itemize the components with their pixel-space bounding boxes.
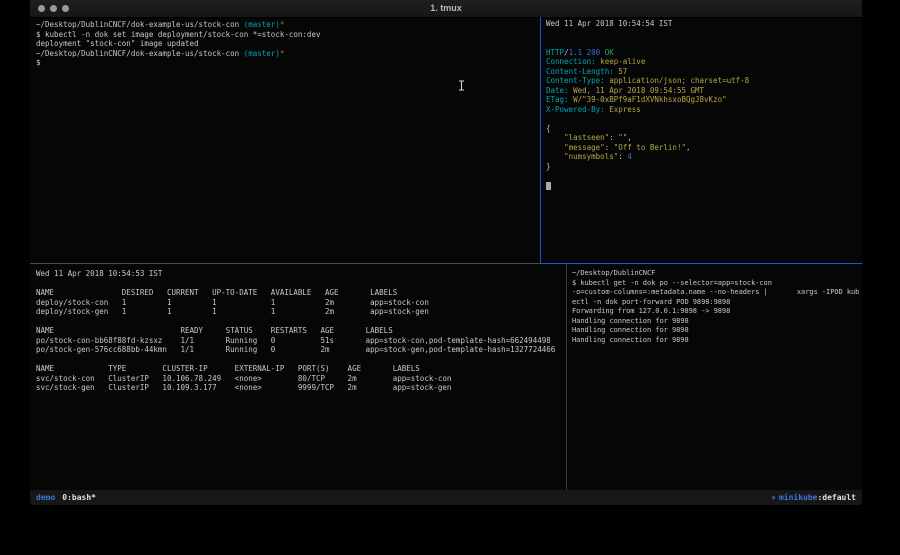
terminal-line: Date: Wed, 11 Apr 2018 09:54:55 GMT <box>546 86 862 96</box>
terminal-line <box>36 317 572 327</box>
tmux-status-bar: demo 0:bash* ∗minikube:default <box>30 490 862 505</box>
terminal-line: $ <box>36 58 546 68</box>
terminal-line: { <box>546 124 862 134</box>
terminal-line <box>36 355 572 365</box>
pane-bottom-right-port-forward[interactable]: ~/Desktop/DublinCNCF$ kubectl get -n dok… <box>567 264 862 495</box>
window-titlebar[interactable]: 1. tmux <box>30 0 862 18</box>
terminal-line: po/stock-gen-576cc688bb-44kmn 1/1 Runnin… <box>36 345 572 355</box>
terminal-window: 1. tmux ~/Desktop/DublinCNCF/dok-example… <box>30 0 862 505</box>
terminal-line <box>546 29 862 39</box>
terminal-line <box>546 38 862 48</box>
terminal-line: ETag: W/"39-0xBPf9aF1dXVNkhsxoBQgJ8vKzo" <box>546 95 862 105</box>
kube-namespace: :default <box>817 493 856 502</box>
terminal-line: ~/Desktop/DublinCNCF/dok-example-us/stoc… <box>36 20 546 30</box>
status-right: ∗minikube:default <box>771 493 856 502</box>
terminal-line: deployment "stock-con" image updated <box>36 39 546 49</box>
terminal-line <box>36 279 572 289</box>
terminal-line: X-Powered-By: Express <box>546 105 862 115</box>
terminal-line: NAME TYPE CLUSTER-IP EXTERNAL-IP PORT(S)… <box>36 364 572 374</box>
pane-top-right-http-response[interactable]: Wed 11 Apr 2018 10:54:54 IST HTTP/1.1 20… <box>541 17 862 265</box>
terminal-line: } <box>546 162 862 172</box>
terminal-line: NAME DESIRED CURRENT UP-TO-DATE AVAILABL… <box>36 288 572 298</box>
kubernetes-helm-icon: ∗ <box>771 493 776 502</box>
terminal-line: Content-Type: application/json; charset=… <box>546 76 862 86</box>
terminal-line: Connection: keep-alive <box>546 57 862 67</box>
terminal-line: "message": "Off to Berlin!", <box>546 143 862 153</box>
terminal-line: HTTP/1.1 200 OK <box>546 48 862 58</box>
terminal-line: Content-Length: 57 <box>546 67 862 77</box>
terminal-line: ~/Desktop/DublinCNCF <box>572 269 862 279</box>
pane-bottom-left-kubectl-watch[interactable]: Wed 11 Apr 2018 10:54:53 IST NAME DESIRE… <box>30 264 572 495</box>
kube-context: minikube <box>779 493 818 502</box>
terminal-line <box>546 181 862 191</box>
terminal-line: Handling connection for 9898 <box>572 317 862 327</box>
terminal-line: deploy/stock-con 1 1 1 1 2m app=stock-co… <box>36 298 572 308</box>
terminal-line: Forwarding from 127.0.0.1:9898 -> 9898 <box>572 307 862 317</box>
terminal-line: NAME READY STATUS RESTARTS AGE LABELS <box>36 326 572 336</box>
terminal-line <box>546 114 862 124</box>
terminal-line: po/stock-con-bb68f88fd-kzsxz 1/1 Running… <box>36 336 572 346</box>
terminal-line: deploy/stock-gen 1 1 1 1 2m app=stock-ge… <box>36 307 572 317</box>
window-title: 1. tmux <box>30 0 862 17</box>
terminal-line: -o=custom-columns=:metadata.name --no-he… <box>572 288 862 298</box>
terminal-line: "lastseen": "", <box>546 133 862 143</box>
terminal-line: Handling connection for 9898 <box>572 326 862 336</box>
terminal-line: Wed 11 Apr 2018 10:54:53 IST <box>36 269 572 279</box>
terminal-line: $ kubectl -n dok set image deployment/st… <box>36 30 546 40</box>
terminal-line: $ kubectl get -n dok po --selector=app=s… <box>572 279 862 289</box>
terminal-line: svc/stock-con ClusterIP 10.106.78.249 <n… <box>36 374 572 384</box>
terminal-line: "numsymbols": 4 <box>546 152 862 162</box>
desktop-background: 1. tmux ~/Desktop/DublinCNCF/dok-example… <box>0 0 900 555</box>
mouse-cursor-ibeam <box>458 76 465 95</box>
pane-top-left-shell[interactable]: ~/Desktop/DublinCNCF/dok-example-us/stoc… <box>30 17 546 266</box>
session-name: demo <box>36 493 55 502</box>
terminal-line: Wed 11 Apr 2018 10:54:54 IST <box>546 19 862 29</box>
terminal-line <box>546 171 862 181</box>
window-tab-bash[interactable]: 0:bash* <box>62 493 96 502</box>
terminal-line: Handling connection for 9898 <box>572 336 862 346</box>
terminal-line: ~/Desktop/DublinCNCF/dok-example-us/stoc… <box>36 49 546 59</box>
terminal-line: ectl -n dok port-forward POD 9898:9898 <box>572 298 862 308</box>
status-left: demo 0:bash* <box>36 493 96 502</box>
terminal-line: svc/stock-gen ClusterIP 10.109.3.177 <no… <box>36 383 572 393</box>
